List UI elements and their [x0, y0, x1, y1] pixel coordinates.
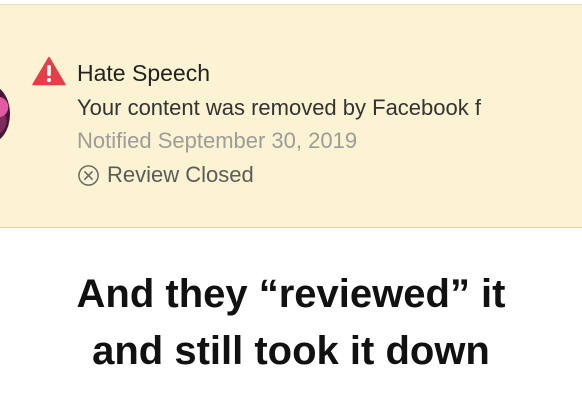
- profile-avatar: [0, 85, 10, 143]
- caption-line-2: and still took it down: [92, 329, 490, 373]
- removal-message: Your content was removed by Facebook f: [77, 95, 481, 120]
- circle-x-icon: [78, 164, 99, 186]
- violation-notification-card[interactable]: Hate Speech Your content was removed by …: [0, 4, 582, 228]
- meme-caption: And they “reviewed” it and still took it…: [0, 266, 582, 380]
- violation-title: Hate Speech: [77, 60, 210, 86]
- review-status[interactable]: Review Closed: [77, 160, 254, 190]
- warning-triangle-icon: [32, 56, 66, 86]
- review-status-label: Review Closed: [107, 162, 254, 187]
- screenshot-root: Hate Speech Your content was removed by …: [0, 0, 582, 401]
- caption-line-1: And they “reviewed” it: [76, 272, 506, 316]
- notification-date: Notified September 30, 2019: [77, 128, 358, 153]
